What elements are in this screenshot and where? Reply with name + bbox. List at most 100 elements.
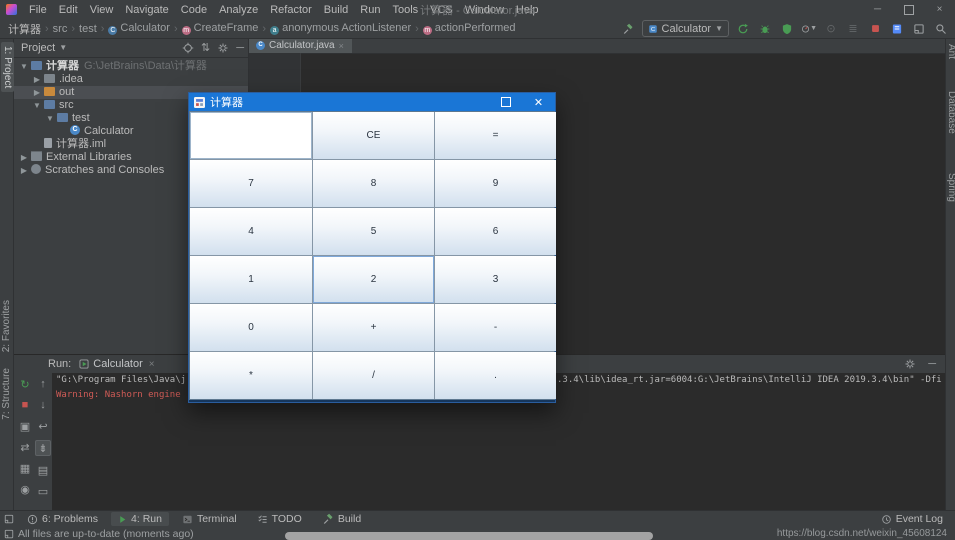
calc-button-4[interactable]: 4 (190, 208, 312, 255)
tool-windows-icon[interactable] (911, 21, 927, 37)
calc-button-divide[interactable]: / (313, 352, 434, 399)
calc-button-2[interactable]: 2 (313, 256, 434, 303)
menu-item-refactor[interactable]: Refactor (264, 4, 318, 16)
calculator-close-button[interactable]: ✕ (522, 93, 555, 111)
bottom-stripe-todo[interactable]: TODO (250, 512, 309, 526)
chevron-down-icon[interactable]: ▼ (59, 43, 67, 52)
calculator-titlebar[interactable]: 计算器 ✕ (189, 93, 555, 111)
rerun-icon[interactable]: ↻ (18, 377, 32, 391)
menu-item-analyze[interactable]: Analyze (213, 4, 264, 16)
build-hammer-icon[interactable] (620, 21, 636, 37)
tree-chevron-icon[interactable]: ▼ (45, 112, 55, 125)
tree-chevron-icon[interactable]: ▶ (32, 73, 42, 86)
calc-button-ce[interactable]: CE (313, 112, 434, 159)
minimize-button[interactable]: ─ (862, 0, 893, 19)
debug-button[interactable] (757, 21, 773, 37)
stop-button[interactable] (867, 21, 883, 37)
search-everywhere-icon[interactable] (933, 21, 949, 37)
tab-close-icon[interactable]: × (149, 359, 155, 370)
restore-layout-icon[interactable]: ⇄ (18, 440, 32, 454)
bottom-stripe--run[interactable]: 4: Run (111, 512, 169, 526)
breadcrumb-item[interactable]: test (79, 23, 97, 35)
event-log-button[interactable]: Event Log (881, 513, 955, 525)
dump-threads-icon[interactable]: ▣ (18, 419, 32, 433)
docs-icon[interactable] (889, 21, 905, 37)
calculator-maximize-button[interactable] (489, 93, 522, 111)
breadcrumb-item[interactable]: src (53, 23, 68, 35)
tree-chevron-icon[interactable]: ▼ (32, 99, 42, 112)
bottom-stripe-build[interactable]: Build (315, 512, 368, 526)
scroll-to-end-icon[interactable]: ⇟ (35, 440, 51, 456)
tree-row-folder-project[interactable]: ▼计算器G:\JetBrains\Data\计算器 (13, 60, 248, 73)
bottom-stripe-terminal[interactable]: Terminal (175, 512, 244, 526)
calc-button-3[interactable]: 3 (435, 256, 556, 303)
print-icon[interactable]: ▤ (36, 463, 50, 477)
project-panel-title[interactable]: Project (21, 42, 55, 54)
tree-chevron-icon[interactable]: ▶ (19, 164, 29, 177)
bottom-stripe--problems[interactable]: 6: Problems (20, 512, 105, 526)
tool-stripe-database[interactable]: Database (946, 91, 955, 134)
move-up-icon[interactable]: ↑ (36, 377, 50, 391)
calc-button-dot[interactable]: . (435, 352, 556, 399)
method-icon: m (423, 26, 432, 35)
calc-button-equals[interactable]: = (435, 112, 556, 159)
breadcrumb-item[interactable]: mactionPerformed (423, 22, 516, 35)
calculator-display[interactable] (190, 112, 312, 159)
breadcrumb-item[interactable]: aanonymous ActionListener (270, 22, 411, 35)
calc-button-6[interactable]: 6 (435, 208, 556, 255)
calc-button-8[interactable]: 8 (313, 160, 434, 207)
layout-settings-icon[interactable]: ▦ (18, 461, 32, 475)
tab-close-icon[interactable]: × (339, 41, 344, 51)
tree-chevron-icon[interactable]: ▶ (32, 86, 42, 99)
calc-button-0[interactable]: 0 (190, 304, 312, 351)
menu-item-file[interactable]: File (23, 4, 53, 16)
breadcrumb-item[interactable]: CCalculator (108, 22, 170, 35)
tool-window-switcher-icon[interactable] (4, 514, 14, 524)
hide-panel-icon[interactable]: ─ (928, 358, 936, 370)
menu-item-navigate[interactable]: Navigate (119, 4, 174, 16)
menu-item-tools[interactable]: Tools (386, 4, 424, 16)
profiler-button[interactable]: ▼ (801, 21, 817, 37)
run-button[interactable] (735, 21, 751, 37)
collapse-all-icon[interactable]: ⇅ (201, 41, 210, 54)
locate-icon[interactable] (182, 42, 194, 54)
tool-stripe-spring[interactable]: Spring (946, 173, 955, 202)
menu-item-run[interactable]: Run (354, 4, 386, 16)
move-down-icon[interactable]: ↓ (36, 398, 50, 412)
calc-button-5[interactable]: 5 (313, 208, 434, 255)
calc-button-multiply[interactable]: * (190, 352, 312, 399)
coverage-button[interactable] (779, 21, 795, 37)
menu-item-code[interactable]: Code (175, 4, 213, 16)
run-tab-calculator[interactable]: Calculator × (79, 358, 154, 370)
calc-button-7[interactable]: 7 (190, 160, 312, 207)
tree-row-folder[interactable]: ▶.idea (13, 73, 248, 86)
settings-gear-icon[interactable] (904, 358, 916, 370)
menu-item-view[interactable]: View (84, 4, 120, 16)
menu-item-build[interactable]: Build (318, 4, 354, 16)
run-config-selector[interactable]: C Calculator ▼ (642, 20, 729, 37)
event-log-icon (881, 514, 892, 525)
status-switcher-icon[interactable] (4, 529, 14, 539)
pin-icon[interactable]: ◉ (18, 482, 32, 496)
calc-button-plus[interactable]: + (313, 304, 434, 351)
editor-tab-calculator-java[interactable]: C Calculator.java × (248, 38, 352, 53)
tool-stripe-ant[interactable]: Ant (946, 44, 955, 59)
breadcrumb-item[interactable]: 计算器 (8, 21, 41, 37)
stop-icon[interactable]: ■ (18, 398, 32, 412)
calc-button-minus[interactable]: - (435, 304, 556, 351)
menu-item-edit[interactable]: Edit (53, 4, 84, 16)
calc-button-9[interactable]: 9 (435, 160, 556, 207)
tree-chevron-icon[interactable]: ▶ (19, 151, 29, 164)
tool-stripe-structure[interactable]: 7: Structure (1, 368, 12, 420)
breadcrumb-item[interactable]: mCreateFrame (182, 22, 259, 35)
clear-all-icon[interactable]: ▭ (36, 484, 50, 498)
maximize-button[interactable] (893, 0, 924, 19)
calc-button-1[interactable]: 1 (190, 256, 312, 303)
tool-stripe-favorites[interactable]: 2: Favorites (1, 300, 12, 352)
tree-chevron-icon[interactable]: ▼ (19, 60, 29, 73)
hide-panel-icon[interactable]: ─ (236, 42, 244, 54)
soft-wrap-icon[interactable]: ↩ (36, 419, 50, 433)
settings-gear-icon[interactable] (217, 42, 229, 54)
close-button[interactable]: × (924, 0, 955, 19)
tool-stripe-project[interactable]: 1: Project (1, 42, 14, 92)
